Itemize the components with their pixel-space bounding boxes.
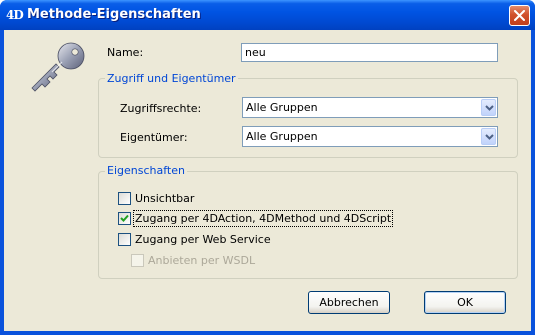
cancel-button[interactable]: Abbrechen [308, 291, 390, 314]
4daction-access-option-label: Zugang per 4DAction, 4DMethod und 4DScri… [132, 210, 394, 227]
owner-value: Alle Gruppen [246, 130, 318, 143]
wsdl-offer-option[interactable]: Anbieten per WSDL [131, 253, 271, 269]
key-icon [31, 42, 85, 92]
web-service-access-option-label: Zugang per Web Service [135, 233, 271, 246]
close-button[interactable] [509, 5, 530, 26]
close-icon [514, 10, 525, 21]
access-rights-label: Zugriffsrechte: [120, 102, 202, 115]
access-rights-value: Alle Gruppen [246, 101, 318, 114]
ok-button[interactable]: OK [424, 291, 506, 314]
invisible-option[interactable]: Unsichtbar [118, 191, 238, 207]
web-service-access-option[interactable]: Zugang per Web Service [118, 232, 288, 248]
access-rights-dropdown-button[interactable] [481, 99, 496, 116]
4daction-access-checkbox[interactable] [118, 212, 131, 225]
window-title: Methode-Eigenschaften [27, 7, 201, 22]
access-rights-select[interactable]: Alle Gruppen [242, 97, 498, 118]
owner-dropdown-button[interactable] [481, 128, 496, 145]
app-4d-icon: 4D [6, 8, 24, 22]
title-bar[interactable]: 4D Methode-Eigenschaften [0, 0, 535, 30]
access-group-title: Zugriff und Eigentümer [105, 72, 238, 85]
wsdl-offer-option-label: Anbieten per WSDL [148, 254, 256, 267]
name-label: Name: [107, 46, 144, 59]
owner-label: Eigentümer: [120, 131, 188, 144]
properties-group-title: Eigenschaften [105, 164, 187, 177]
wsdl-offer-checkbox[interactable] [131, 254, 144, 267]
web-service-access-checkbox[interactable] [118, 233, 131, 246]
checkmark-icon [120, 214, 129, 222]
name-input[interactable]: neu [241, 43, 498, 62]
chevron-down-icon [485, 134, 494, 140]
owner-select[interactable]: Alle Gruppen [242, 126, 498, 147]
chevron-down-icon [485, 105, 494, 111]
invisible-option-label: Unsichtbar [135, 192, 195, 205]
4daction-access-option[interactable]: Zugang per 4DAction, 4DMethod und 4DScri… [118, 210, 394, 227]
dialog-client-area: Name: neu Zugriff und Eigentümer Zugriff… [4, 30, 531, 331]
invisible-checkbox[interactable] [118, 192, 131, 205]
dialog-window: 4D Methode-Eigenschaften Name: neu Zugri… [0, 0, 535, 335]
